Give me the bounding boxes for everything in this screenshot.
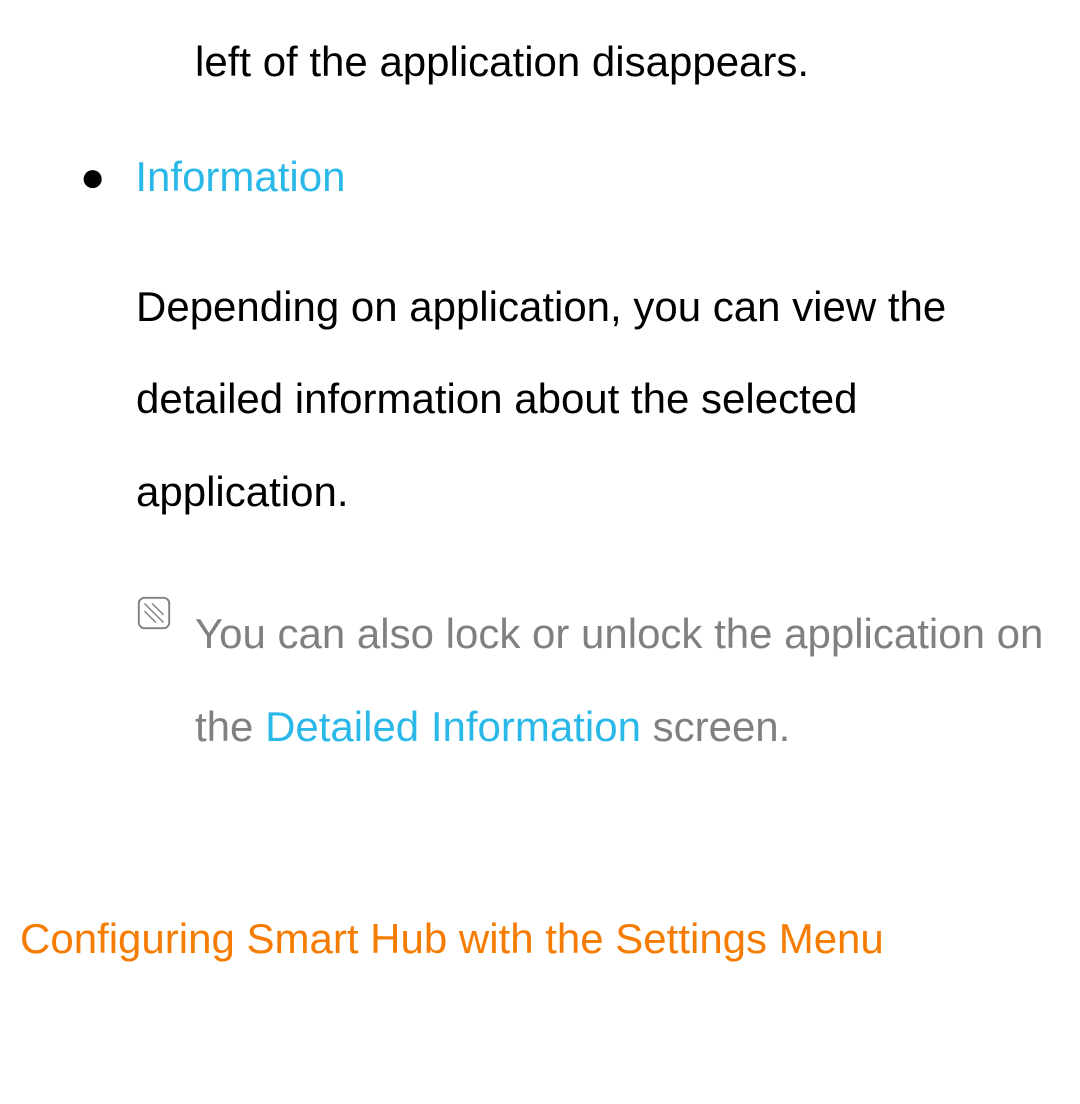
note-text-after: screen. bbox=[641, 703, 790, 750]
bullet-section: ● Information Depending on application, … bbox=[80, 153, 1060, 538]
note-icon bbox=[135, 594, 173, 637]
fragment-text: left of the application disappears. bbox=[195, 30, 1060, 93]
note-text: You can also lock or unlock the applicat… bbox=[195, 588, 1060, 773]
section-heading: Configuring Smart Hub with the Settings … bbox=[20, 893, 1060, 985]
note-section: You can also lock or unlock the applicat… bbox=[135, 588, 1060, 773]
bullet-header: ● Information bbox=[80, 153, 1060, 201]
bullet-body: Depending on application, you can view t… bbox=[136, 261, 1060, 538]
note-highlight: Detailed Information bbox=[265, 703, 641, 750]
document-page: left of the application disappears. ● In… bbox=[0, 0, 1080, 1005]
bullet-dot-icon: ● bbox=[80, 156, 105, 198]
bullet-title: Information bbox=[135, 153, 345, 201]
